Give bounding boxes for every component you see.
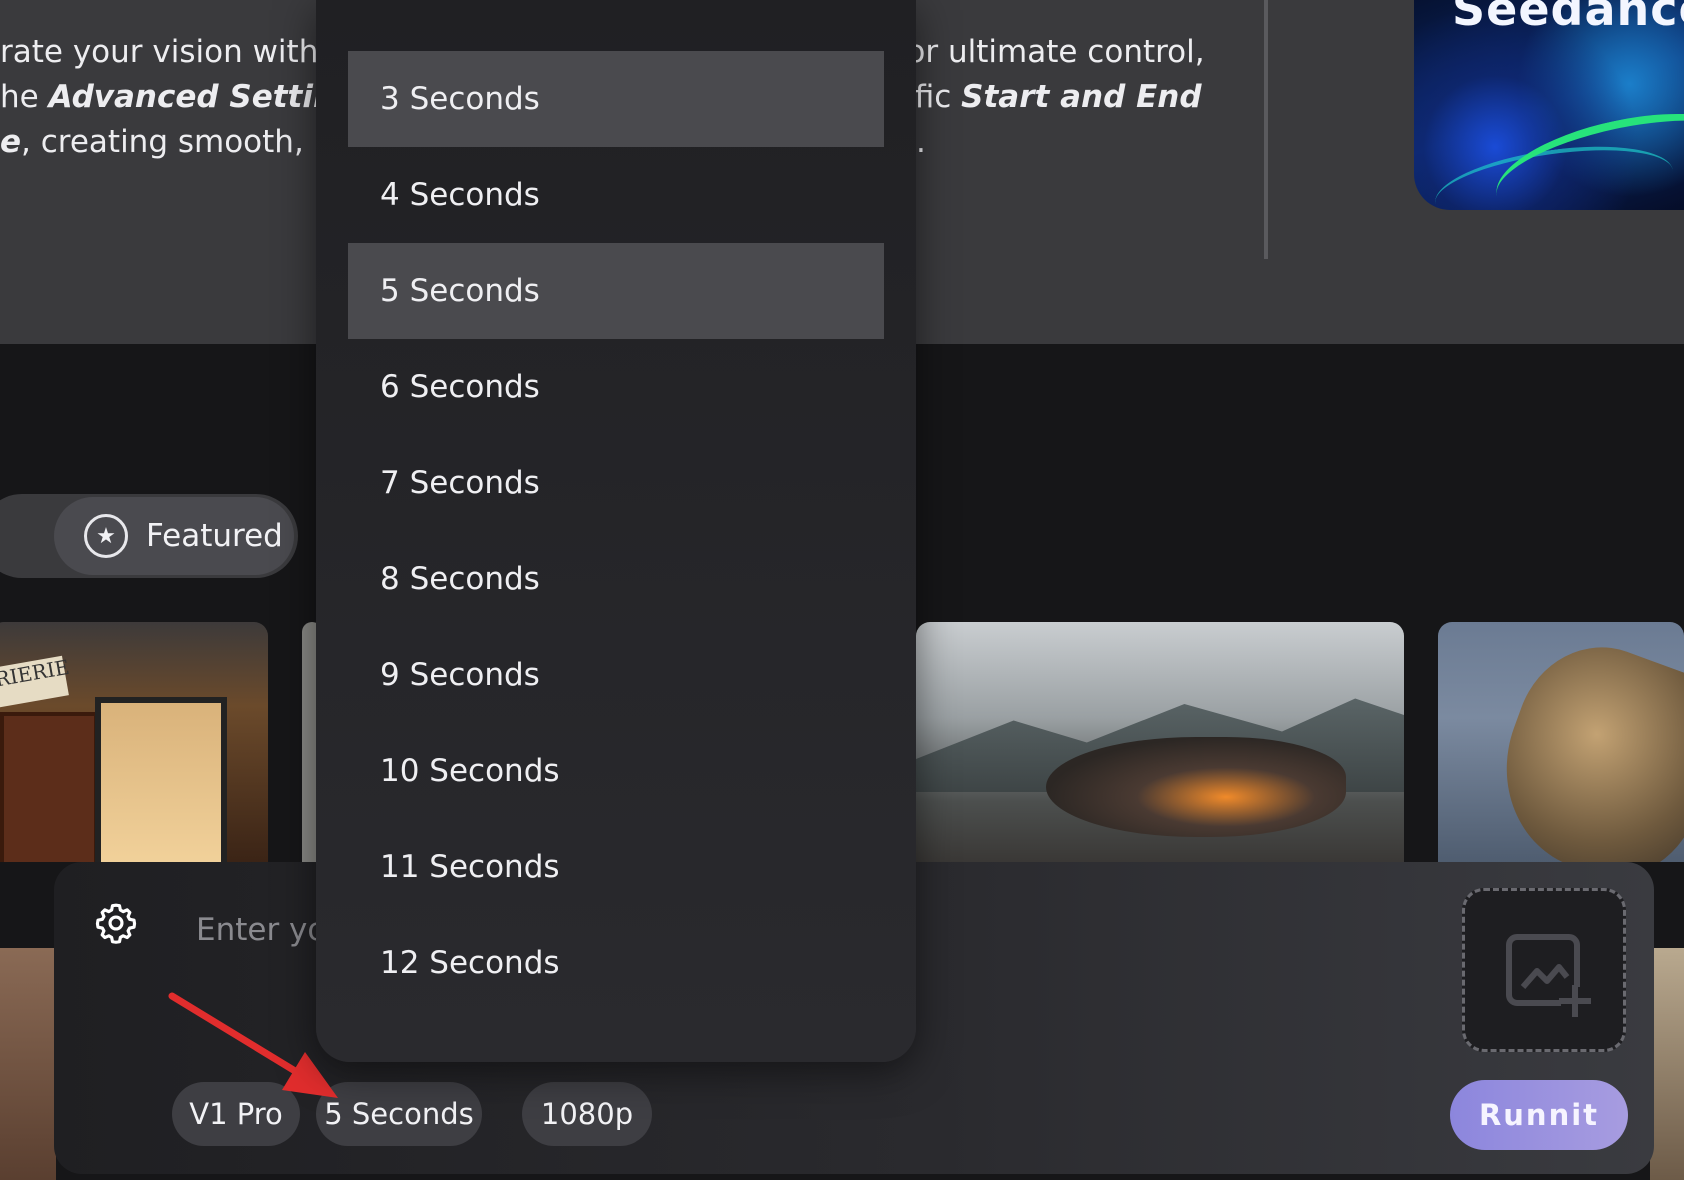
run-button[interactable]: Runnit xyxy=(1450,1080,1628,1150)
gallery-card-sculpture[interactable] xyxy=(1438,622,1684,862)
bookstore-window xyxy=(95,697,227,862)
duration-option[interactable]: 3 Seconds xyxy=(348,51,884,147)
desc-line-3-end: . xyxy=(916,124,926,160)
duration-option[interactable]: 4 Seconds xyxy=(348,147,884,243)
hero-title: Seedance xyxy=(1452,0,1684,36)
bookstore-door xyxy=(0,712,98,862)
duration-option[interactable]: 5 Seconds xyxy=(348,243,884,339)
resolution-select-chip[interactable]: 1080p xyxy=(522,1082,652,1146)
duration-option[interactable]: 11 Seconds xyxy=(348,819,884,915)
featured-label: Featured xyxy=(146,518,283,554)
duration-dropdown-menu: 3 Seconds 4 Seconds 5 Seconds 6 Seconds 7 Se… xyxy=(316,0,916,1062)
image-add-icon xyxy=(1506,934,1591,1017)
desc-line-1-start: rate your vision with xyxy=(0,34,319,70)
duration-option[interactable]: 10 Seconds xyxy=(348,723,884,819)
gallery-card[interactable] xyxy=(0,948,56,1180)
duration-option[interactable]: 7 Seconds xyxy=(348,435,884,531)
duration-options-list: 3 Seconds 4 Seconds 5 Seconds 6 Seconds 7 Se… xyxy=(348,51,884,1011)
hero-wave-decoration xyxy=(1486,94,1684,210)
gallery-card[interactable] xyxy=(1650,948,1684,1180)
duration-select-chip[interactable]: 5 Seconds xyxy=(316,1082,482,1146)
gallery-card-dragon[interactable] xyxy=(916,622,1404,862)
duration-option[interactable]: 12 Seconds xyxy=(348,915,884,1011)
dragon xyxy=(1046,737,1346,837)
model-select-chip[interactable]: V1 Pro xyxy=(172,1082,300,1146)
duration-option[interactable]: 8 Seconds xyxy=(348,531,884,627)
panel-divider xyxy=(1264,0,1268,259)
featured-filter-button[interactable]: ★ Featured xyxy=(54,497,294,575)
honeycomb-sculpture xyxy=(1476,624,1684,862)
image-upload-button[interactable] xyxy=(1462,888,1626,1052)
desc-line-2-end: ecific Start and End xyxy=(870,79,1202,115)
model-hero-thumbnail: Seedance xyxy=(1414,0,1684,210)
gear-icon[interactable] xyxy=(95,902,137,944)
star-circle-icon: ★ xyxy=(84,514,128,558)
bookstore-sign: RIERIE xyxy=(0,655,71,709)
duration-option[interactable]: 9 Seconds xyxy=(348,627,884,723)
duration-option[interactable]: 6 Seconds xyxy=(348,339,884,435)
desc-line-1-end: . For ultimate control, xyxy=(870,34,1205,70)
desc-line-2-start: he Advanced Setting xyxy=(0,79,358,115)
prompt-input[interactable]: Enter yo xyxy=(196,912,326,948)
gallery-card-bookstore[interactable]: RIERIE xyxy=(0,622,268,862)
desc-line-3-start: e, creating smooth, p xyxy=(0,124,334,160)
